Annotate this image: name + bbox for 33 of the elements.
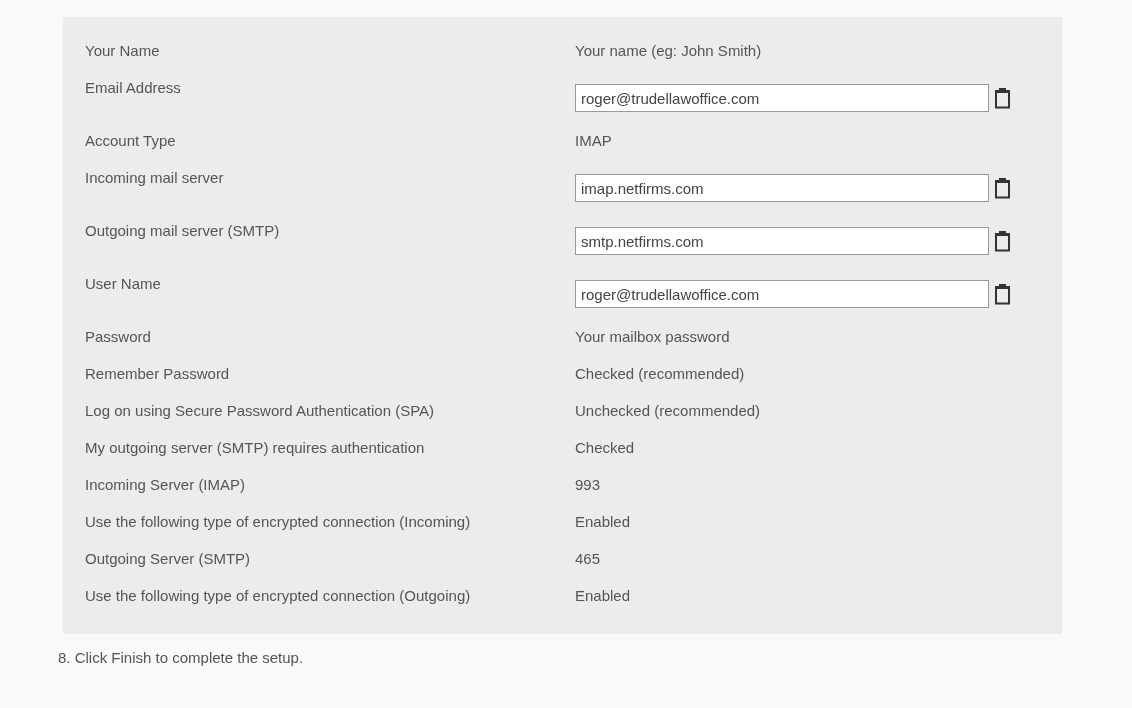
setting-label: Incoming mail server xyxy=(85,167,225,186)
setting-value: Checked xyxy=(575,438,636,456)
setting-label: Outgoing mail server (SMTP) xyxy=(85,220,281,239)
setting-value: Checked (recommended) xyxy=(575,364,746,382)
input-field[interactable]: imap.netfirms.com xyxy=(575,174,989,202)
setting-label: Account Type xyxy=(85,131,177,149)
input-field[interactable]: roger@trudellawoffice.com xyxy=(575,84,989,112)
setting-label: Remember Password xyxy=(85,364,231,382)
setting-value: Enabled xyxy=(575,512,632,530)
setting-label: Your Name xyxy=(85,41,161,59)
setting-label: Password xyxy=(85,327,152,345)
setting-label: Outgoing Server (SMTP) xyxy=(85,549,252,567)
setting-value: Your mailbox password xyxy=(575,327,731,345)
setting-label: Use the following type of encrypted connection (Outgoing) xyxy=(85,586,472,604)
setting-value: IMAP xyxy=(575,131,613,149)
step-text: 8. Click Finish to complete the setup. xyxy=(58,648,305,666)
setting-label: User Name xyxy=(85,273,162,292)
setting-label: Incoming Server (IMAP) xyxy=(85,475,247,493)
clipboard-icon[interactable] xyxy=(993,86,1012,110)
setting-label: Email Address xyxy=(85,77,182,96)
clipboard-icon[interactable] xyxy=(993,176,1012,200)
input-field[interactable]: smtp.netfirms.com xyxy=(575,227,989,255)
setting-label: Use the following type of encrypted connection (Incoming) xyxy=(85,512,472,530)
input-field[interactable]: roger@trudellawoffice.com xyxy=(575,280,989,308)
setting-value: 993 xyxy=(575,475,602,493)
setting-label: Log on using Secure Password Authentication (SPA) xyxy=(85,401,436,419)
setting-label: My outgoing server (SMTP) requires authentication xyxy=(85,438,426,456)
setting-value: Enabled xyxy=(575,586,632,604)
setting-value: Your name (eg: John Smith) xyxy=(575,41,763,59)
setting-value: 465 xyxy=(575,549,602,567)
clipboard-icon[interactable] xyxy=(993,229,1012,253)
setting-value: Unchecked (recommended) xyxy=(575,401,762,419)
clipboard-icon[interactable] xyxy=(993,282,1012,306)
